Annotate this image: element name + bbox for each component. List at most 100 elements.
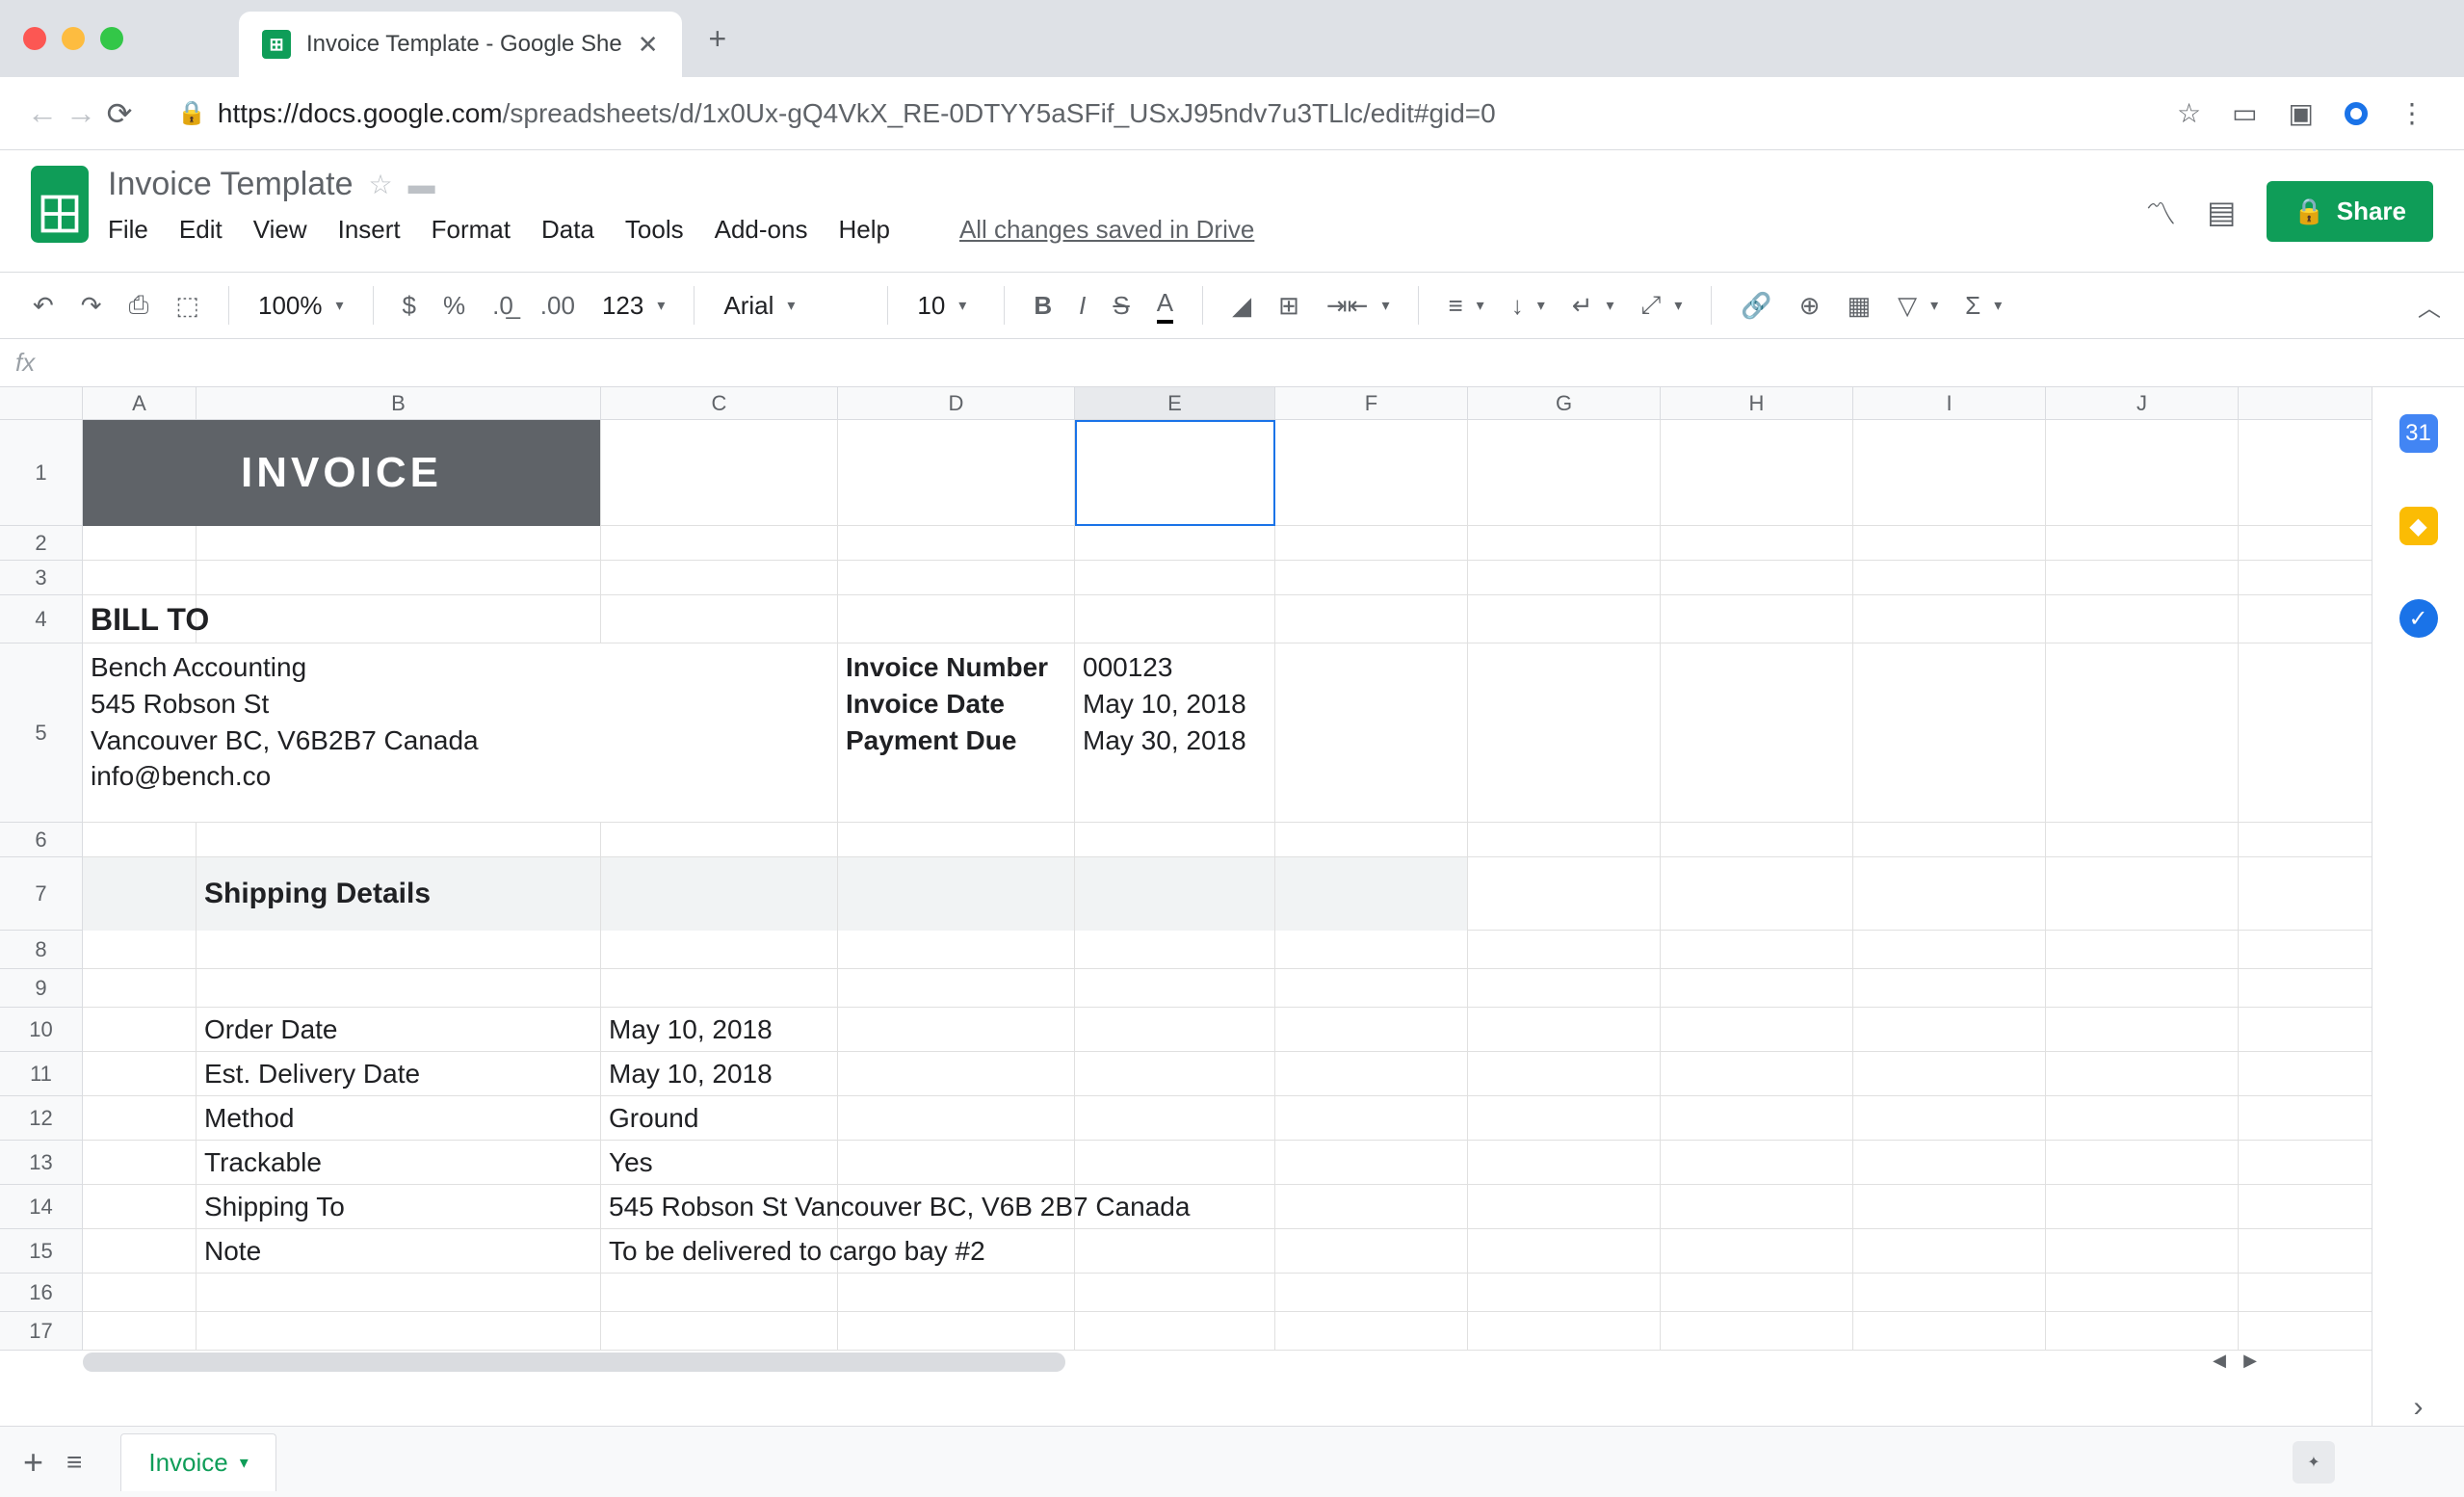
cell-A14[interactable] xyxy=(83,1185,197,1229)
cell-D16[interactable] xyxy=(838,1274,1075,1312)
cell-J16[interactable] xyxy=(2046,1274,2239,1312)
cell-D3[interactable] xyxy=(838,561,1075,595)
cell-E15[interactable] xyxy=(1075,1229,1275,1274)
row-header-5[interactable]: 5 xyxy=(0,643,82,823)
cell-B14[interactable]: Shipping To xyxy=(197,1185,601,1229)
cell-A10[interactable] xyxy=(83,1008,197,1052)
cell-G5[interactable] xyxy=(1468,643,1661,823)
cell-D14[interactable] xyxy=(838,1185,1075,1229)
text-wrap-icon[interactable]: ↵ xyxy=(1562,285,1624,327)
more-formats-dropdown[interactable]: 123 xyxy=(592,285,674,327)
cell-A15[interactable] xyxy=(83,1229,197,1274)
cell-A12[interactable] xyxy=(83,1096,197,1141)
cell-F7[interactable] xyxy=(1275,857,1468,931)
cell-C13[interactable]: Yes xyxy=(601,1141,838,1185)
cell-I4[interactable] xyxy=(1853,595,2046,643)
redo-icon[interactable]: ↷ xyxy=(71,285,112,327)
cell-J17[interactable] xyxy=(2046,1312,2239,1351)
cell-E9[interactable] xyxy=(1075,969,1275,1008)
row-header-4[interactable]: 4 xyxy=(0,595,82,643)
menu-file[interactable]: File xyxy=(108,215,148,245)
cell-J12[interactable] xyxy=(2046,1096,2239,1141)
add-sheet-button[interactable]: + xyxy=(23,1442,43,1483)
cell-C1[interactable] xyxy=(601,420,838,526)
cell-A8[interactable] xyxy=(83,931,197,969)
column-header-J[interactable]: J xyxy=(2046,387,2239,419)
scroll-right-icon[interactable]: ▶ xyxy=(2235,1349,2266,1372)
cell-E7[interactable] xyxy=(1075,857,1275,931)
cell-G16[interactable] xyxy=(1468,1274,1661,1312)
cell-J10[interactable] xyxy=(2046,1008,2239,1052)
row-header-15[interactable]: 15 xyxy=(0,1229,82,1274)
cell-I5[interactable] xyxy=(1853,643,2046,823)
nav-back-icon[interactable]: ← xyxy=(23,95,62,131)
cell-I10[interactable] xyxy=(1853,1008,2046,1052)
sheets-logo-icon[interactable] xyxy=(31,166,89,243)
row-header-7[interactable]: 7 xyxy=(0,857,82,931)
menu-tools[interactable]: Tools xyxy=(625,215,684,245)
doc-title[interactable]: Invoice Template xyxy=(108,166,354,203)
new-tab-button[interactable]: + xyxy=(709,21,727,57)
cell-G4[interactable] xyxy=(1468,595,1661,643)
cell-H7[interactable] xyxy=(1661,857,1853,931)
cell-A11[interactable] xyxy=(83,1052,197,1096)
cell-B12[interactable]: Method xyxy=(197,1096,601,1141)
cell-G10[interactable] xyxy=(1468,1008,1661,1052)
cell-D2[interactable] xyxy=(838,526,1075,561)
row-header-16[interactable]: 16 xyxy=(0,1274,82,1312)
cell-C4[interactable] xyxy=(601,595,838,643)
cell-G14[interactable] xyxy=(1468,1185,1661,1229)
cell-C6[interactable] xyxy=(601,823,838,857)
cell-I16[interactable] xyxy=(1853,1274,2046,1312)
row-header-6[interactable]: 6 xyxy=(0,823,82,857)
row-header-2[interactable]: 2 xyxy=(0,526,82,561)
print-icon[interactable]: ⎙ xyxy=(119,284,159,327)
cell-J11[interactable] xyxy=(2046,1052,2239,1096)
row-header-3[interactable]: 3 xyxy=(0,561,82,595)
cell-F11[interactable] xyxy=(1275,1052,1468,1096)
browser-tab-active[interactable]: ⊞ Invoice Template - Google She ✕ xyxy=(239,12,682,77)
move-folder-icon[interactable]: ▬ xyxy=(408,170,435,200)
menu-view[interactable]: View xyxy=(253,215,307,245)
cell-H2[interactable] xyxy=(1661,526,1853,561)
chrome-menu-icon[interactable]: ⋮ xyxy=(2398,97,2425,129)
cell-C11[interactable]: May 10, 2018 xyxy=(601,1052,838,1096)
insert-comment-icon[interactable]: ⊕ xyxy=(1790,285,1830,327)
cell-J8[interactable] xyxy=(2046,931,2239,969)
cell-H4[interactable] xyxy=(1661,595,1853,643)
cell-G8[interactable] xyxy=(1468,931,1661,969)
cell-D12[interactable] xyxy=(838,1096,1075,1141)
column-header-G[interactable]: G xyxy=(1468,387,1661,419)
text-color-icon[interactable]: A xyxy=(1147,282,1183,329)
cell-I14[interactable] xyxy=(1853,1185,2046,1229)
cell-E13[interactable] xyxy=(1075,1141,1275,1185)
cell-C15[interactable]: To be delivered to cargo bay #2 xyxy=(601,1229,838,1274)
share-button[interactable]: 🔒 Share xyxy=(2267,181,2433,242)
cell-J1[interactable] xyxy=(2046,420,2239,526)
cell-D10[interactable] xyxy=(838,1008,1075,1052)
menu-addons[interactable]: Add-ons xyxy=(715,215,808,245)
cell-H11[interactable] xyxy=(1661,1052,1853,1096)
formula-input[interactable] xyxy=(50,350,2449,377)
currency-icon[interactable]: $ xyxy=(393,285,426,327)
cell-F17[interactable] xyxy=(1275,1312,1468,1351)
cell-A5[interactable]: Bench Accounting 545 Robson St Vancouver… xyxy=(83,643,838,823)
cell-invoice-banner[interactable]: INVOICE xyxy=(83,420,601,526)
spreadsheet-grid[interactable]: ABCDEFGHIJ 1234567891011121314151617 INV… xyxy=(0,387,2372,1447)
side-panel-collapse-icon[interactable]: › xyxy=(2414,1391,2424,1424)
horizontal-scrollbar[interactable] xyxy=(83,1353,1065,1372)
row-header-14[interactable]: 14 xyxy=(0,1185,82,1229)
cell-A7[interactable] xyxy=(83,857,197,931)
camera-icon[interactable]: ▣ xyxy=(2289,97,2314,129)
cell-G7[interactable] xyxy=(1468,857,1661,931)
cell-F1[interactable] xyxy=(1275,420,1468,526)
cell-A3[interactable] xyxy=(83,561,197,595)
cell-E1[interactable] xyxy=(1075,420,1275,526)
borders-icon[interactable]: ⊞ xyxy=(1269,285,1309,327)
v-align-icon[interactable]: ↓ xyxy=(1502,285,1555,327)
text-rotation-icon[interactable]: ⤢ xyxy=(1632,284,1692,327)
cell-C14[interactable]: 545 Robson St Vancouver BC, V6B 2B7 Cana… xyxy=(601,1185,838,1229)
zoom-dropdown[interactable]: 100% xyxy=(249,285,354,327)
cell-I13[interactable] xyxy=(1853,1141,2046,1185)
cell-D8[interactable] xyxy=(838,931,1075,969)
